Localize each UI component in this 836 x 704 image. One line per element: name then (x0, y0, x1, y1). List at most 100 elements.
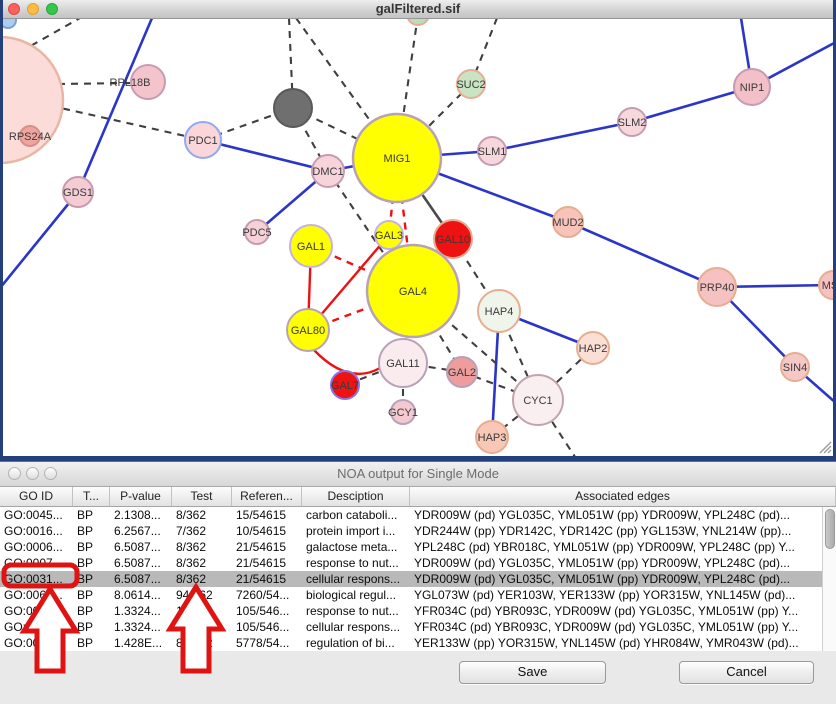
table-row[interactable]: GO:0050...BP1.428E...80/3625778/54...reg… (0, 635, 836, 651)
table-row[interactable]: GO:0006...BP6.5087...8/36221/54615galact… (0, 539, 836, 555)
node-GCY1[interactable]: GCY1 (388, 400, 418, 424)
node-MUD2[interactable]: MUD2 (552, 207, 583, 237)
zoom-icon[interactable] (46, 3, 58, 15)
node-label: PDC1 (188, 135, 217, 147)
node-GAL80[interactable]: GAL80 (287, 309, 329, 351)
table-row[interactable]: GO:0045...BP2.1308...8/36215/54615carbon… (0, 507, 836, 523)
node-top-green[interactable] (407, 19, 429, 25)
cell-desc: galactose meta... (302, 539, 410, 555)
table-row[interactable]: GO:0031...BP1.3324...11/362105/546...cel… (0, 619, 836, 635)
node-label: GAL4 (399, 286, 427, 298)
node-label: GAL1 (297, 241, 325, 253)
node-label: GAL3 (375, 230, 403, 242)
edge-blue[interactable] (568, 222, 717, 287)
cell-go: GO:0050... (0, 635, 73, 651)
node-HAP2[interactable]: HAP2 (577, 332, 609, 364)
node-HAP3[interactable]: HAP3 (476, 421, 508, 453)
cell-desc: response to nut... (302, 603, 410, 619)
cell-p: 6.5087... (110, 555, 172, 571)
node-label: PDC5 (242, 227, 271, 239)
column-header-type[interactable]: T... (73, 487, 110, 506)
noa-window-title: NOA output for Single Mode (0, 462, 836, 486)
close-icon[interactable] (8, 3, 20, 15)
cell-edges: YFR034C (pd) YBR093C, YDR009W (pd) YGL03… (410, 619, 836, 635)
table-row[interactable]: GO:0065...BP8.0614...94/3627260/54...bio… (0, 587, 836, 603)
node-label: SUC2 (456, 79, 485, 91)
network-window-titlebar[interactable]: galFiltered.sif (0, 0, 836, 19)
cell-ref: 5778/54... (232, 635, 302, 651)
cell-go: GO:0016... (0, 523, 73, 539)
cancel-button[interactable]: Cancel (679, 661, 814, 684)
minimize-icon[interactable] (26, 467, 39, 480)
node-RPL18B[interactable]: RPL18B (110, 65, 165, 99)
cell-type: BP (73, 603, 110, 619)
node-label: GAL10 (436, 234, 470, 246)
node-GAL7[interactable]: GAL7 (331, 371, 359, 399)
node-MIG1[interactable]: MIG1 (353, 114, 441, 202)
cell-type: BP (73, 571, 110, 587)
node-GAL3[interactable]: GAL3 (375, 221, 403, 249)
noa-window-titlebar[interactable]: NOA output for Single Mode (0, 462, 836, 487)
edge-blue[interactable] (0, 192, 78, 288)
node-GAL2[interactable]: GAL2 (447, 357, 477, 387)
edge-blue[interactable] (78, 19, 152, 192)
vertical-scrollbar[interactable] (822, 507, 836, 651)
node-DMC1[interactable]: DMC1 (312, 155, 344, 187)
cell-test: 11/362 (172, 603, 232, 619)
resize-grip-icon[interactable] (818, 440, 832, 454)
node-GAL4[interactable]: GAL4 (367, 245, 459, 337)
node-MSL[interactable]: MSL (819, 271, 836, 299)
table-row[interactable]: GO:0031...BP1.3324...11/362105/546...res… (0, 603, 836, 619)
edge-blue[interactable] (203, 140, 328, 171)
node-PDC1[interactable]: PDC1 (185, 122, 221, 158)
node-SLM2[interactable]: SLM2 (618, 108, 647, 136)
cell-type: BP (73, 523, 110, 539)
table-row[interactable]: GO:0016...BP6.2567...7/36210/54615protei… (0, 523, 836, 539)
cell-type: BP (73, 555, 110, 571)
cell-type: BP (73, 587, 110, 603)
node-CYC1[interactable]: CYC1 (513, 375, 563, 425)
node-label: MIG1 (384, 153, 411, 165)
node-SIN4[interactable]: SIN4 (781, 353, 809, 381)
table-row[interactable]: GO:0031...BP6.5087...8/36221/54615cellul… (0, 571, 836, 587)
edge-blue[interactable] (492, 122, 632, 151)
cell-go: GO:0031... (0, 619, 73, 635)
cell-test: 7/362 (172, 523, 232, 539)
cell-test: 94/362 (172, 587, 232, 603)
node-label: DMC1 (312, 166, 343, 178)
column-header-p[interactable]: P-value (110, 487, 172, 506)
node-gray-node[interactable] (274, 89, 312, 127)
cell-go: GO:0006... (0, 539, 73, 555)
node-corner-blue[interactable] (0, 19, 16, 28)
cell-go: GO:0045... (0, 507, 73, 523)
node-NIP1[interactable]: NIP1 (734, 69, 770, 105)
scrollbar-thumb[interactable] (825, 509, 835, 549)
table-row[interactable]: GO:0007...BP6.5087...8/36221/54615respon… (0, 555, 836, 571)
column-header-desc[interactable]: Desciption (302, 487, 410, 506)
cell-p: 8.0614... (110, 587, 172, 603)
minimize-icon[interactable] (27, 3, 39, 15)
node-label: HAP3 (478, 432, 507, 444)
node-GAL1[interactable]: GAL1 (290, 225, 332, 267)
column-header-edges[interactable]: Associated edges (410, 487, 836, 506)
cell-desc: response to nut... (302, 555, 410, 571)
node-SLM1[interactable]: SLM1 (478, 137, 507, 165)
save-button[interactable]: Save (459, 661, 606, 684)
node-PRP40[interactable]: PRP40 (698, 268, 736, 306)
column-header-ref[interactable]: Referen... (232, 487, 302, 506)
zoom-icon[interactable] (44, 467, 57, 480)
cell-edges: YGL073W (pd) YER103W, YER133W (pp) YOR31… (410, 587, 836, 603)
column-header-test[interactable]: Test (172, 487, 232, 506)
node-SUC2[interactable]: SUC2 (456, 70, 485, 98)
node-label: GAL2 (448, 367, 476, 379)
close-icon[interactable] (8, 467, 21, 480)
node-HAP4[interactable]: HAP4 (478, 290, 520, 332)
node-GDS1[interactable]: GDS1 (63, 177, 93, 207)
cell-ref: 21/54615 (232, 555, 302, 571)
cell-desc: protein import i... (302, 523, 410, 539)
column-header-go[interactable]: GO ID (0, 487, 73, 506)
node-label: RPL18B (110, 77, 151, 89)
cell-p: 1.3324... (110, 619, 172, 635)
network-canvas[interactable]: RPL18BRPS24AGDS1PDC1DMC1MIG1SUC2SLM1SLM2… (0, 19, 836, 461)
node-GAL11[interactable]: GAL11 (379, 339, 427, 387)
